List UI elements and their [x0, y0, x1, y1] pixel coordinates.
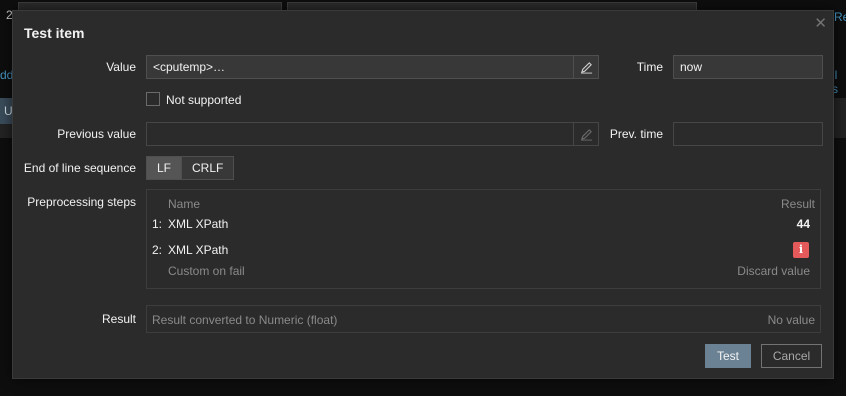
- eol-segmented-control: LF CRLF: [146, 156, 235, 180]
- eol-label: End of line sequence: [23, 161, 136, 175]
- step-name: XML XPath: [168, 243, 229, 257]
- step-sub-label: Custom on fail: [168, 264, 245, 278]
- not-supported-checkbox[interactable]: [146, 92, 160, 106]
- not-supported-label: Not supported: [166, 93, 242, 107]
- pencil-icon[interactable]: [573, 56, 598, 78]
- error-info-icon[interactable]: i: [793, 242, 809, 258]
- column-header-result: Result: [780, 197, 815, 211]
- previous-value-field[interactable]: [146, 122, 599, 146]
- step-sub-value: Discard value: [737, 264, 810, 278]
- step-name: XML XPath: [168, 217, 229, 231]
- preprocessing-label: Preprocessing steps: [27, 195, 136, 209]
- prev-time-field[interactable]: [673, 122, 823, 146]
- value-text: <cputemp>…: [153, 60, 226, 74]
- column-header-name: Name: [168, 197, 201, 211]
- eol-option-crlf[interactable]: CRLF: [181, 157, 234, 179]
- step-number: 2:: [152, 243, 163, 257]
- time-field[interactable]: now: [673, 55, 823, 79]
- preprocessing-steps-table: Name Result 1: XML XPath 44 2: XML XPath…: [146, 189, 821, 289]
- result-field: Result converted to Numeric (float) No v…: [146, 305, 821, 333]
- step-number: 1:: [152, 217, 163, 231]
- step-result: 44: [796, 217, 810, 231]
- dialog-title: Test item: [24, 25, 85, 41]
- test-button[interactable]: Test: [705, 344, 751, 368]
- result-text: Result converted to Numeric (float): [152, 313, 338, 327]
- value-label: Value: [106, 60, 136, 74]
- result-value: No value: [767, 313, 815, 327]
- time-label: Time: [636, 60, 663, 74]
- close-icon[interactable]: ✕: [814, 14, 827, 32]
- value-field[interactable]: <cputemp>…: [146, 55, 599, 79]
- prev-time-label: Prev. time: [609, 127, 663, 141]
- background-link: ll s: [832, 68, 838, 96]
- eol-option-lf[interactable]: LF: [147, 157, 182, 179]
- previous-value-label: Previous value: [57, 127, 136, 141]
- background-link: Re: [834, 10, 846, 24]
- cancel-button[interactable]: Cancel: [761, 344, 822, 368]
- result-label: Result: [101, 312, 136, 326]
- test-item-dialog: Test item ✕ Value <cputemp>… Time now No…: [12, 10, 834, 379]
